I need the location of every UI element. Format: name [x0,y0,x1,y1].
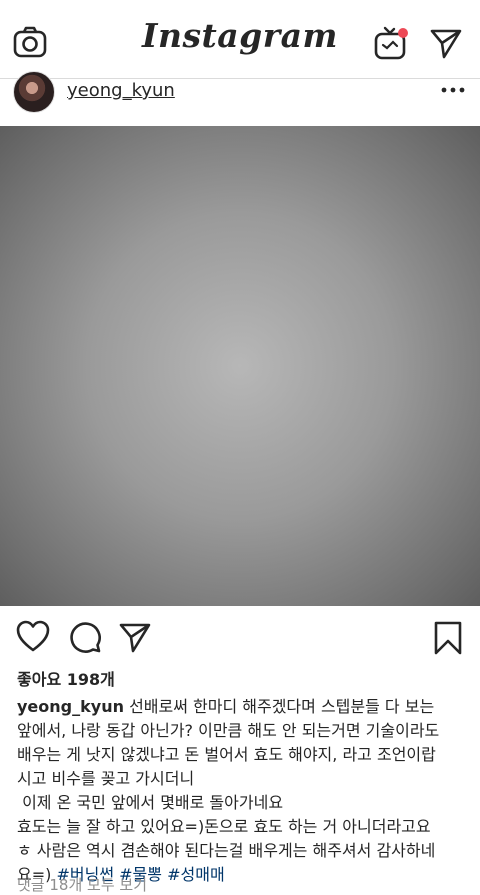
caption-line: 효도는 늘 잘 하고 있어요=)돈으로 효도 하는 거 아니더라고요 [17,817,431,836]
caption-line: 배우는 게 낫지 않겠냐고 돈 벌어서 효도 해야지, 라고 조언이랍 [17,745,436,764]
post-image[interactable] [0,126,480,606]
share-icon[interactable] [118,620,152,654]
heart-icon[interactable] [16,620,50,654]
avatar[interactable] [13,71,55,113]
post-username[interactable]: yeong_kyun [67,80,175,101]
caption-line: 이제 온 국민 앞에서 몇배로 돌아가네요 [17,793,284,812]
direct-send-icon[interactable] [428,25,464,61]
post-actions [0,606,480,666]
caption-line: yeong_kyun 선배로써 한마디 해주겠다며 스텝분들 다 보는 [17,695,467,719]
caption-text: 선배로써 한마디 해주겠다며 스텝분들 다 보는 [129,697,435,716]
notification-dot [398,28,408,38]
caption-line: 시고 비수를 꽂고 가시더니 [17,769,195,788]
top-bar: Instagram [0,0,480,79]
more-dots-icon[interactable] [440,84,466,96]
bookmark-icon[interactable] [431,620,465,656]
view-all-comments-link[interactable]: 댓글 18개 모두 보기 [17,874,147,895]
like-count[interactable]: 좋아요 198개 [17,666,115,690]
igtv-icon[interactable] [373,25,409,61]
post-caption: yeong_kyun 선배로써 한마디 해주겠다며 스텝분들 다 보는 앞에서,… [17,695,467,887]
caption-username[interactable]: yeong_kyun [17,697,124,716]
hashtag-link[interactable]: #성매매 [167,865,225,884]
post-header: yeong_kyun [0,70,480,126]
caption-line: 앞에서, 나랑 동갑 아닌가? 이만큼 해도 안 되는거면 기술이라도 [17,721,440,740]
caption-line: ㅎ 사람은 역시 겸손해야 된다는걸 배우게는 해주셔서 감사하네 [17,841,436,860]
comment-icon[interactable] [68,620,102,654]
